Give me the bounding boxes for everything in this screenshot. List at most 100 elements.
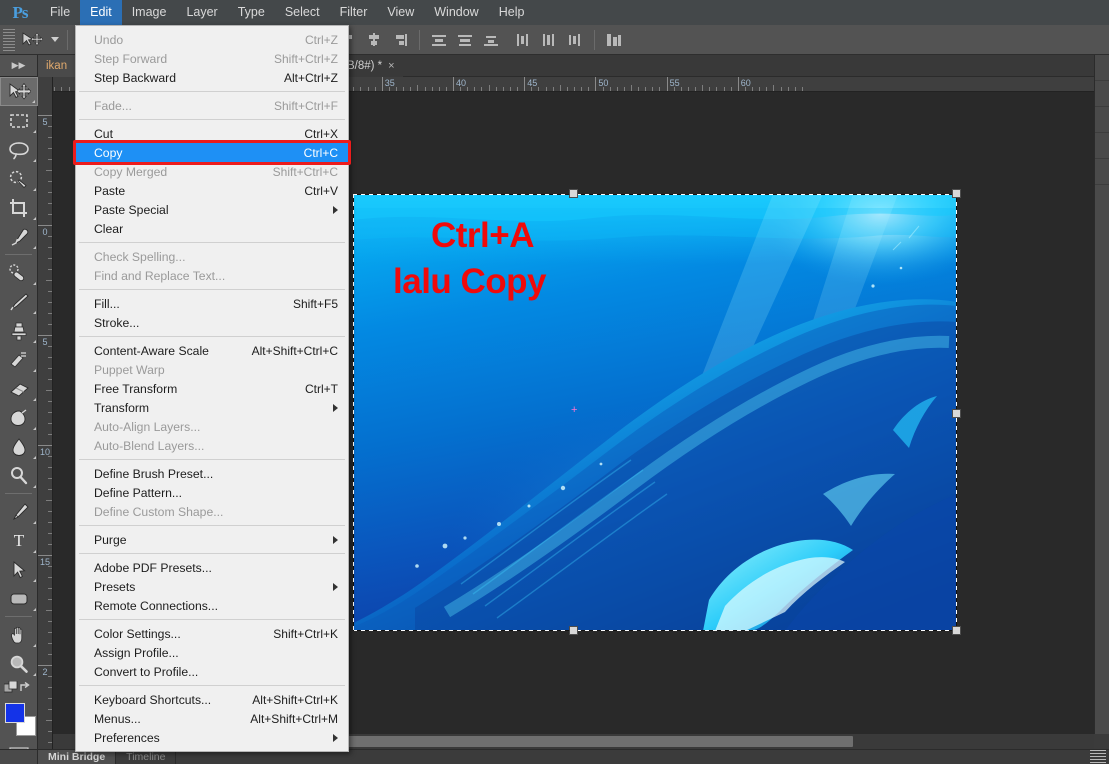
pen-tool[interactable] bbox=[0, 497, 38, 526]
eraser-tool[interactable] bbox=[0, 374, 38, 403]
lasso-tool[interactable] bbox=[0, 135, 38, 164]
ruler-minor-tick bbox=[744, 87, 746, 91]
menu-item-convert-to-profile[interactable]: Convert to Profile... bbox=[76, 662, 348, 681]
menu-item-keyboard-shortcuts[interactable]: Keyboard Shortcuts... Alt+Shift+Ctrl+K bbox=[76, 690, 348, 709]
dock-panel-icon-1[interactable] bbox=[1095, 55, 1109, 81]
menu-item-define-brush-preset[interactable]: Define Brush Preset... bbox=[76, 464, 348, 483]
clone-stamp-tool[interactable] bbox=[0, 316, 38, 345]
menu-window[interactable]: Window bbox=[424, 0, 488, 25]
dock-panel-icon-4[interactable] bbox=[1095, 133, 1109, 159]
menu-item-paste[interactable]: Paste Ctrl+V bbox=[76, 181, 348, 200]
menu-item-cut[interactable]: Cut Ctrl+X bbox=[76, 124, 348, 143]
transform-handle-top-left[interactable] bbox=[569, 189, 578, 198]
menu-item-content-aware-scale[interactable]: Content-Aware Scale Alt+Shift+Ctrl+C bbox=[76, 341, 348, 360]
ruler-minor-tick bbox=[403, 87, 405, 91]
menu-item-shortcut: Shift+F5 bbox=[292, 296, 338, 311]
vertical-ruler[interactable]: 5 0 5 10 15 2 bbox=[38, 77, 53, 749]
menu-filter[interactable]: Filter bbox=[330, 0, 378, 25]
menu-item-paste-special[interactable]: Paste Special bbox=[76, 200, 348, 219]
move-tool[interactable] bbox=[0, 77, 38, 106]
menu-type[interactable]: Type bbox=[228, 0, 275, 25]
menu-item-label: Remote Connections... bbox=[94, 598, 218, 613]
hand-tool[interactable] bbox=[0, 620, 38, 649]
transform-handle-top-right[interactable] bbox=[952, 189, 961, 198]
menu-item-fill[interactable]: Fill... Shift+F5 bbox=[76, 294, 348, 313]
distribute-vertical-centers-icon[interactable] bbox=[454, 29, 476, 51]
ruler-minor-tick bbox=[48, 379, 52, 380]
edit-menu-dropdown[interactable]: Undo Ctrl+Z Step Forward Shift+Ctrl+Z Step B… bbox=[75, 25, 349, 752]
menu-item-assign-profile[interactable]: Assign Profile... bbox=[76, 643, 348, 662]
menu-item-menus[interactable]: Menus... Alt+Shift+Ctrl+M bbox=[76, 709, 348, 728]
blur-tool[interactable] bbox=[0, 432, 38, 461]
transform-handle-middle-right[interactable] bbox=[952, 409, 961, 418]
options-bar-grip[interactable] bbox=[3, 28, 15, 51]
tool-flyout-corner-icon bbox=[33, 427, 36, 430]
menu-item-free-transform[interactable]: Free Transform Ctrl+T bbox=[76, 379, 348, 398]
dock-panel-icon-2[interactable] bbox=[1095, 81, 1109, 107]
close-icon[interactable]: × bbox=[388, 60, 394, 72]
options-separator bbox=[67, 29, 68, 50]
zoom-tool[interactable] bbox=[0, 649, 38, 678]
menu-item-remote-connections[interactable]: Remote Connections... bbox=[76, 596, 348, 615]
right-panel-dock[interactable] bbox=[1094, 55, 1109, 734]
menu-help[interactable]: Help bbox=[489, 0, 535, 25]
align-bottom-edges-icon[interactable] bbox=[389, 29, 411, 51]
brush-tool[interactable] bbox=[0, 287, 38, 316]
menu-item-stroke[interactable]: Stroke... bbox=[76, 313, 348, 332]
spot-healing-brush-tool[interactable] bbox=[0, 258, 38, 287]
menu-item-step-backward[interactable]: Step Backward Alt+Ctrl+Z bbox=[76, 68, 348, 87]
menu-select[interactable]: Select bbox=[275, 0, 330, 25]
bottom-resize-grip-icon[interactable] bbox=[1090, 749, 1106, 764]
menu-item-define-pattern[interactable]: Define Pattern... bbox=[76, 483, 348, 502]
eyedropper-tool[interactable] bbox=[0, 222, 38, 251]
menu-separator bbox=[79, 336, 345, 337]
menu-item-clear[interactable]: Clear bbox=[76, 219, 348, 238]
gradient-tool[interactable] bbox=[0, 403, 38, 432]
ruler-minor-tick bbox=[48, 346, 52, 347]
menu-item-copy[interactable]: Copy Ctrl+C bbox=[76, 143, 348, 162]
horizontal-type-tool[interactable]: T bbox=[0, 526, 38, 555]
auto-align-layers-icon[interactable] bbox=[603, 29, 625, 51]
menu-separator bbox=[79, 619, 345, 620]
rectangular-marquee-tool[interactable] bbox=[0, 106, 38, 135]
document-image[interactable]: Ctrl+A lalu Copy + bbox=[353, 194, 957, 631]
rounded-rectangle-tool[interactable] bbox=[0, 584, 38, 613]
tool-preset-chevron-down-icon[interactable] bbox=[51, 37, 59, 42]
transform-handle-bottom-left[interactable] bbox=[569, 626, 578, 635]
menu-edit[interactable]: Edit bbox=[80, 0, 122, 25]
menu-item-fade: Fade... Shift+Ctrl+F bbox=[76, 96, 348, 115]
menu-item-color-settings[interactable]: Color Settings... Shift+Ctrl+K bbox=[76, 624, 348, 643]
align-vertical-centers-icon[interactable] bbox=[363, 29, 385, 51]
collapse-panels-icon[interactable]: ▶▶ bbox=[0, 55, 38, 76]
menu-layer[interactable]: Layer bbox=[176, 0, 227, 25]
distribute-horizontal-centers-icon[interactable] bbox=[538, 29, 560, 51]
distribute-right-edges-icon[interactable] bbox=[564, 29, 586, 51]
foreground-color-swatch[interactable] bbox=[5, 703, 25, 723]
dodge-tool[interactable] bbox=[0, 461, 38, 490]
menu-item-preferences[interactable]: Preferences bbox=[76, 728, 348, 747]
dock-panel-icon-3[interactable] bbox=[1095, 107, 1109, 133]
menu-view[interactable]: View bbox=[377, 0, 424, 25]
menu-item-auto-align-layers: Auto-Align Layers... bbox=[76, 417, 348, 436]
ruler-minor-tick bbox=[531, 87, 533, 91]
dock-panel-icon-5[interactable] bbox=[1095, 159, 1109, 185]
menu-item-transform[interactable]: Transform bbox=[76, 398, 348, 417]
move-tool-icon[interactable] bbox=[19, 29, 45, 51]
menu-image[interactable]: Image bbox=[122, 0, 177, 25]
document-tab-ikan[interactable]: ikan bbox=[38, 55, 77, 77]
menu-file[interactable]: File bbox=[40, 0, 80, 25]
menu-item-adobe-pdf-presets[interactable]: Adobe PDF Presets... bbox=[76, 558, 348, 577]
menu-item-purge[interactable]: Purge bbox=[76, 530, 348, 549]
quick-selection-tool[interactable] bbox=[0, 164, 38, 193]
distribute-left-edges-icon[interactable] bbox=[512, 29, 534, 51]
ruler-minor-tick bbox=[609, 87, 611, 91]
menu-item-label: Preferences bbox=[94, 730, 160, 745]
path-selection-tool[interactable] bbox=[0, 555, 38, 584]
transform-handle-bottom-right[interactable] bbox=[952, 626, 961, 635]
distribute-top-edges-icon[interactable] bbox=[428, 29, 450, 51]
crop-tool[interactable] bbox=[0, 193, 38, 222]
history-brush-tool[interactable] bbox=[0, 345, 38, 374]
ruler-minor-tick bbox=[616, 87, 618, 91]
menu-item-presets[interactable]: Presets bbox=[76, 577, 348, 596]
distribute-bottom-edges-icon[interactable] bbox=[480, 29, 502, 51]
